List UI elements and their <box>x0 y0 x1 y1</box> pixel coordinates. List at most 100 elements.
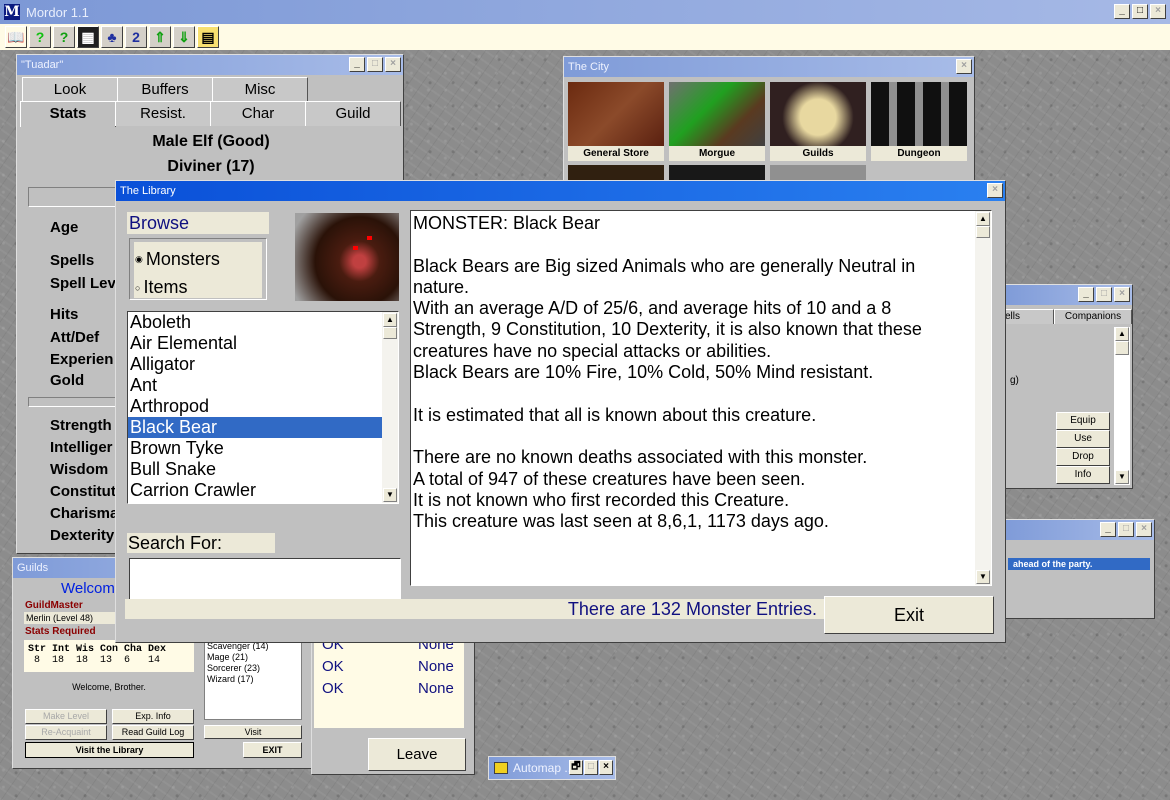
reacquaint-button[interactable]: Re-Acquaint <box>25 725 107 740</box>
tab-char[interactable]: Char <box>210 101 306 126</box>
party-icon[interactable]: ♣ <box>101 26 123 48</box>
list-item[interactable]: Bull Snake <box>128 459 382 480</box>
list-item[interactable]: Arthropod <box>128 396 382 417</box>
city-close-button[interactable]: × <box>956 59 972 74</box>
guilds-image[interactable] <box>770 82 866 146</box>
automap-close-button[interactable]: × <box>599 760 613 775</box>
guild-exit-button[interactable]: EXIT <box>243 742 302 758</box>
radio-monsters[interactable]: ◉ Monsters <box>135 249 220 270</box>
tab-look[interactable]: Look <box>22 77 118 102</box>
guildmaster-label: GuildMaster <box>25 600 83 611</box>
close-button[interactable]: × <box>1136 522 1152 537</box>
scroll-up-arrow[interactable]: ▲ <box>383 313 397 327</box>
maximize-button[interactable]: □ <box>1118 522 1134 537</box>
scroll-down-arrow[interactable]: ▼ <box>976 570 990 584</box>
status-value: None <box>418 658 454 675</box>
tab-misc[interactable]: Misc <box>212 77 308 102</box>
guild-list-item[interactable]: Wizard (17) <box>205 674 301 685</box>
leave-button[interactable]: Leave <box>368 738 466 771</box>
context-help-icon[interactable]: ? <box>53 26 75 48</box>
description-scrollbar[interactable]: ▲ ▼ <box>975 211 991 585</box>
list-scrollbar[interactable]: ▲ ▼ <box>382 312 398 503</box>
tab-guild[interactable]: Guild <box>305 101 401 126</box>
morgue-image[interactable] <box>669 82 765 146</box>
scroll-down-arrow[interactable]: ▼ <box>383 488 397 502</box>
description-line: Black Bears are Big sized Animals who ar… <box>413 255 916 276</box>
general-store-button[interactable]: General Store <box>568 146 664 161</box>
ascend-icon[interactable]: ⇑ <box>149 26 171 48</box>
label-wisdom: Wisdom <box>50 461 109 478</box>
scroll-thumb[interactable] <box>1115 341 1129 355</box>
minimize-button[interactable]: _ <box>1078 287 1094 302</box>
scroll-thumb[interactable] <box>383 327 397 339</box>
tab-companions[interactable]: Companions <box>1054 309 1132 324</box>
radio-monsters-label[interactable]: Monsters <box>146 249 220 270</box>
list-item[interactable]: Air Elemental <box>128 333 382 354</box>
morgue-button[interactable]: Morgue <box>669 146 765 161</box>
drop-button[interactable]: Drop <box>1056 448 1110 466</box>
read-guild-log-button[interactable]: Read Guild Log <box>112 725 194 740</box>
description-line: nature. <box>413 276 470 297</box>
app-minimize-button[interactable]: _ <box>1114 4 1130 19</box>
radio-selected-icon[interactable]: ◉ <box>135 254 143 265</box>
close-button[interactable]: × <box>1114 287 1130 302</box>
guild-list-item[interactable]: Mage (21) <box>205 652 301 663</box>
automap-maximize-button[interactable]: □ <box>584 760 598 775</box>
list-item[interactable]: Ant <box>128 375 382 396</box>
radio-unselected-icon[interactable]: ○ <box>135 283 140 293</box>
selected-message[interactable]: ahead of the party. <box>1008 558 1150 570</box>
tab-buffers[interactable]: Buffers <box>117 77 213 102</box>
automap-title: Automap ... <box>513 761 575 775</box>
description-box: MONSTER: Black Bear Black Bears are Big s… <box>410 210 992 586</box>
exp-info-button[interactable]: Exp. Info <box>112 709 194 724</box>
character-window-title-bar: "Tuadar" _ □ × <box>17 55 403 75</box>
minimize-button[interactable]: _ <box>1100 522 1116 537</box>
guild-list-item[interactable]: Sorcerer (23) <box>205 663 301 674</box>
tab-stats[interactable]: Stats <box>20 101 116 127</box>
library-exit-button[interactable]: Exit <box>824 596 994 634</box>
automap-minimized-window[interactable]: Automap ... 🗗 □ × <box>488 756 616 780</box>
scroll-up-arrow[interactable]: ▲ <box>976 212 990 226</box>
visit-library-button[interactable]: Visit the Library <box>25 742 194 758</box>
dungeon-button[interactable]: Dungeon <box>871 146 967 161</box>
app-maximize-button[interactable]: □ <box>1132 4 1148 19</box>
scroll-thumb[interactable] <box>976 226 990 238</box>
use-button[interactable]: Use <box>1056 430 1110 448</box>
label-age: Age <box>50 219 79 236</box>
radio-items-label[interactable]: Items <box>143 277 187 298</box>
radio-items[interactable]: ○ Items <box>135 277 187 298</box>
help-icon[interactable]: ? <box>29 26 51 48</box>
selected-list-item[interactable]: Black Bear <box>128 417 382 438</box>
dungeon-image[interactable] <box>871 82 967 146</box>
library-close-button[interactable]: × <box>987 183 1003 198</box>
map-icon[interactable]: ▦ <box>77 26 99 48</box>
general-store-image[interactable] <box>568 82 664 146</box>
windows-icon[interactable]: ▤ <box>197 26 219 48</box>
maximize-button[interactable]: □ <box>1096 287 1112 302</box>
list-item[interactable]: Alligator <box>128 354 382 375</box>
guilds-button[interactable]: Guilds <box>770 146 866 161</box>
book-icon[interactable]: 📖 <box>5 26 27 48</box>
list-item[interactable]: Carrion Crawler <box>128 480 382 501</box>
swap-icon[interactable]: 2 <box>125 26 147 48</box>
list-item[interactable]: Aboleth <box>128 312 382 333</box>
descend-icon[interactable]: ⇓ <box>173 26 195 48</box>
monster-list[interactable]: Aboleth Air Elemental Alligator Ant Arthropo… <box>127 311 399 504</box>
visit-button[interactable]: Visit <box>204 725 302 739</box>
minimize-button[interactable]: _ <box>349 57 365 72</box>
close-button[interactable]: × <box>385 57 401 72</box>
tab-resist[interactable]: Resist. <box>115 101 211 126</box>
items-scrollbar[interactable]: ▲ ▼ <box>1114 327 1130 485</box>
app-close-button[interactable]: × <box>1150 4 1166 19</box>
list-item[interactable]: Brown Tyke <box>128 438 382 459</box>
info-button[interactable]: Info <box>1056 466 1110 484</box>
guild-list[interactable]: Scavenger (14) Mage (21) Sorcerer (23) W… <box>204 640 302 720</box>
make-level-button[interactable]: Make Level <box>25 709 107 724</box>
label-hits: Hits <box>50 306 79 323</box>
equip-button[interactable]: Equip <box>1056 412 1110 430</box>
scroll-down-arrow[interactable]: ▼ <box>1115 470 1129 484</box>
tab-spells[interactable]: ells <box>1004 309 1054 324</box>
automap-restore-button[interactable]: 🗗 <box>569 760 583 775</box>
maximize-button[interactable]: □ <box>367 57 383 72</box>
scroll-up-arrow[interactable]: ▲ <box>1115 327 1129 341</box>
